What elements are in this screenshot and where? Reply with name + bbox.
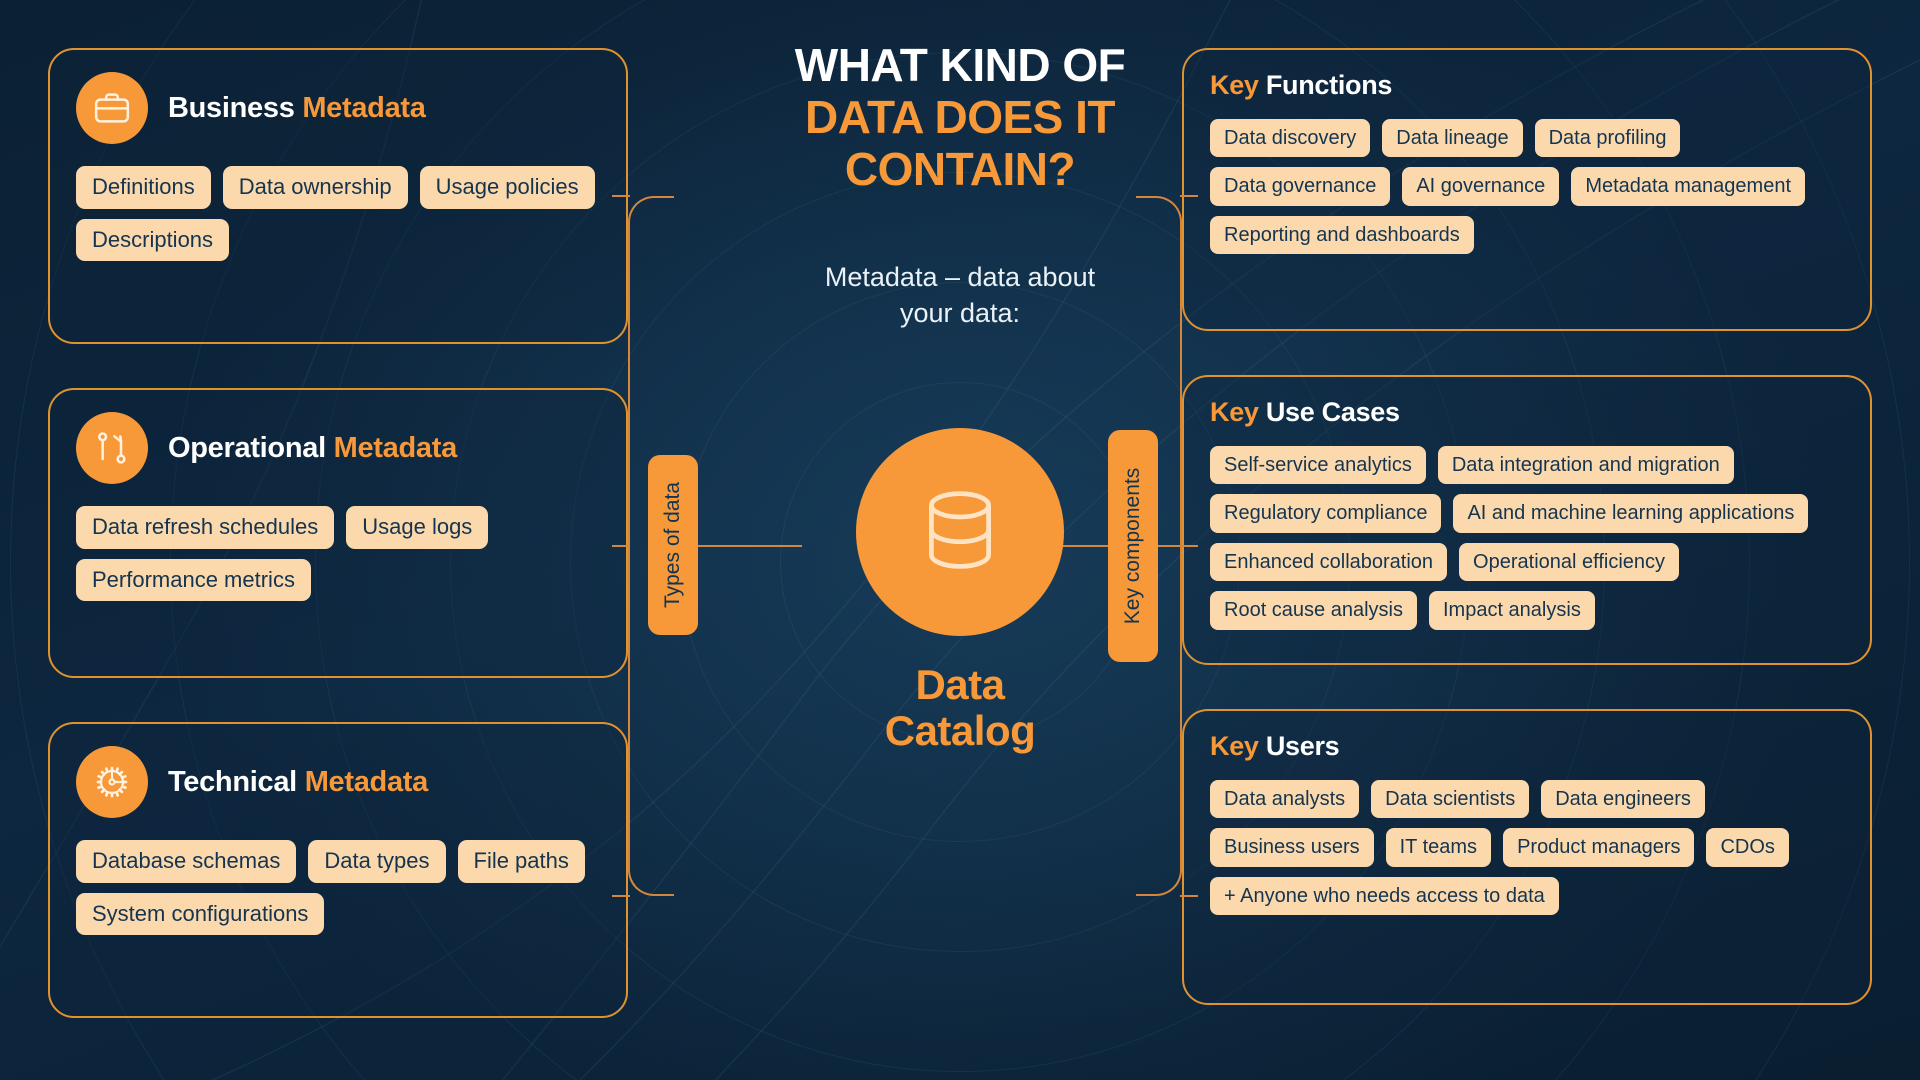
briefcase-icon <box>76 72 148 144</box>
tag-list: Data discovery Data lineage Data profili… <box>1210 119 1844 255</box>
tag-item[interactable]: File paths <box>457 840 585 883</box>
tag-item[interactable]: Operational efficiency <box>1459 542 1680 582</box>
hub-label: Data Catalog <box>884 661 1036 755</box>
panel-title: Key Use Cases <box>1210 397 1844 428</box>
tag-item[interactable]: AI governance <box>1402 167 1560 206</box>
panel-title-part-2: Functions <box>1265 70 1393 100</box>
tag-item[interactable]: Data analysts <box>1210 780 1360 819</box>
tag-list: Database schemas Data types File paths S… <box>76 840 600 936</box>
tag-item[interactable]: Data types <box>308 840 446 883</box>
tag-item[interactable]: Data scientists <box>1371 780 1530 819</box>
page-title: WHAT KIND OF DATA DOES IT CONTAIN? <box>640 39 1280 196</box>
subtitle: Metadata – data about your data: <box>640 260 1280 331</box>
panel-operational-metadata: Operational Metadata Data refresh schedu… <box>48 388 628 678</box>
left-column: Business Metadata Definitions Data owner… <box>48 48 628 1018</box>
panel-header: Business Metadata <box>76 72 600 144</box>
panel-title-part-1: Business <box>168 91 295 124</box>
tag-item[interactable]: Data lineage <box>1382 119 1523 158</box>
panel-title: Technical Metadata <box>168 766 428 799</box>
tag-item[interactable]: AI and machine learning applications <box>1453 494 1809 533</box>
infographic-canvas: Business Metadata Definitions Data owner… <box>0 0 1920 1080</box>
tag-item[interactable]: Data integration and migration <box>1437 446 1734 485</box>
panel-title: Key Functions <box>1210 70 1844 101</box>
panel-key-users: Key Users Data analysts Data scientists … <box>1182 709 1872 1005</box>
panel-title-part-2: Metadata <box>302 91 426 124</box>
tag-item[interactable]: Data refresh schedules <box>76 506 335 549</box>
tag-item[interactable]: CDOs <box>1706 828 1789 867</box>
panel-title-part-1: Technical <box>168 765 297 798</box>
tag-item[interactable]: Usage policies <box>419 166 595 209</box>
panel-technical-metadata: Technical Metadata Database schemas Data… <box>48 722 628 1018</box>
right-column: Key Functions Data discovery Data lineag… <box>1182 48 1872 1005</box>
panel-title: Business Metadata <box>168 92 426 125</box>
panel-title-part-1: Key <box>1210 397 1259 427</box>
tag-item[interactable]: Metadata management <box>1571 167 1805 206</box>
tag-item[interactable]: Database schemas <box>76 840 297 883</box>
panel-key-functions: Key Functions Data discovery Data lineag… <box>1182 48 1872 331</box>
connector-wire <box>1180 895 1198 897</box>
panel-title-part-2: Metadata <box>304 765 429 798</box>
tag-list: Data analysts Data scientists Data engin… <box>1210 780 1844 916</box>
tag-item[interactable]: Business users <box>1210 828 1374 867</box>
tag-item[interactable]: System configurations <box>76 892 325 936</box>
subtitle-line-2: your data: <box>899 297 1021 328</box>
connector-wire <box>612 195 630 197</box>
tag-list: Self-service analytics Data integration … <box>1210 446 1844 630</box>
gear-icon <box>76 746 148 818</box>
hub-group: Data Catalog <box>640 428 1280 754</box>
panel-key-use-cases: Key Use Cases Self-service analytics Dat… <box>1182 375 1872 665</box>
connector-wire <box>612 895 630 897</box>
panel-title: Key Users <box>1210 731 1844 762</box>
tag-item[interactable]: Usage logs <box>346 506 489 549</box>
tag-list: Data refresh schedules Usage logs Perfor… <box>76 506 600 602</box>
tag-list: Definitions Data ownership Usage policie… <box>76 166 600 262</box>
hub-label-line-1: Data <box>915 661 1005 708</box>
panel-title-part-2: Use Cases <box>1265 397 1400 427</box>
tag-item[interactable]: Performance metrics <box>76 558 311 602</box>
headline-line-1: WHAT KIND OF <box>794 39 1126 91</box>
workflow-branch-icon <box>76 412 148 484</box>
panel-header: Technical Metadata <box>76 746 600 818</box>
database-cylinder-icon <box>908 478 1012 587</box>
panel-business-metadata: Business Metadata Definitions Data owner… <box>48 48 628 344</box>
panel-title: Operational Metadata <box>168 432 457 465</box>
hub-label-line-2: Catalog <box>884 707 1036 755</box>
headline-line-2: DATA DOES IT <box>804 90 1116 143</box>
tag-item[interactable]: Product managers <box>1503 828 1695 867</box>
subtitle-line-1: Metadata – data about <box>824 261 1096 292</box>
tag-item[interactable]: Definitions <box>76 166 211 209</box>
tag-item[interactable]: IT teams <box>1385 828 1492 867</box>
tag-item[interactable]: + Anyone who needs access to data <box>1210 876 1559 916</box>
tag-item[interactable]: Data profiling <box>1534 119 1681 158</box>
tag-item[interactable]: Descriptions <box>76 218 230 262</box>
data-catalog-hub <box>856 428 1064 636</box>
panel-title-part-2: Metadata <box>333 431 458 464</box>
tag-item[interactable]: Data engineers <box>1541 780 1705 819</box>
tag-item[interactable]: Impact analysis <box>1428 591 1595 630</box>
center-column: WHAT KIND OF DATA DOES IT CONTAIN? Metad… <box>640 39 1280 754</box>
connector-wire <box>612 545 630 547</box>
panel-header: Operational Metadata <box>76 412 600 484</box>
panel-title-part-1: Operational <box>168 431 326 464</box>
headline-line-3: CONTAIN? <box>844 142 1076 195</box>
tag-item[interactable]: Data ownership <box>222 166 408 209</box>
